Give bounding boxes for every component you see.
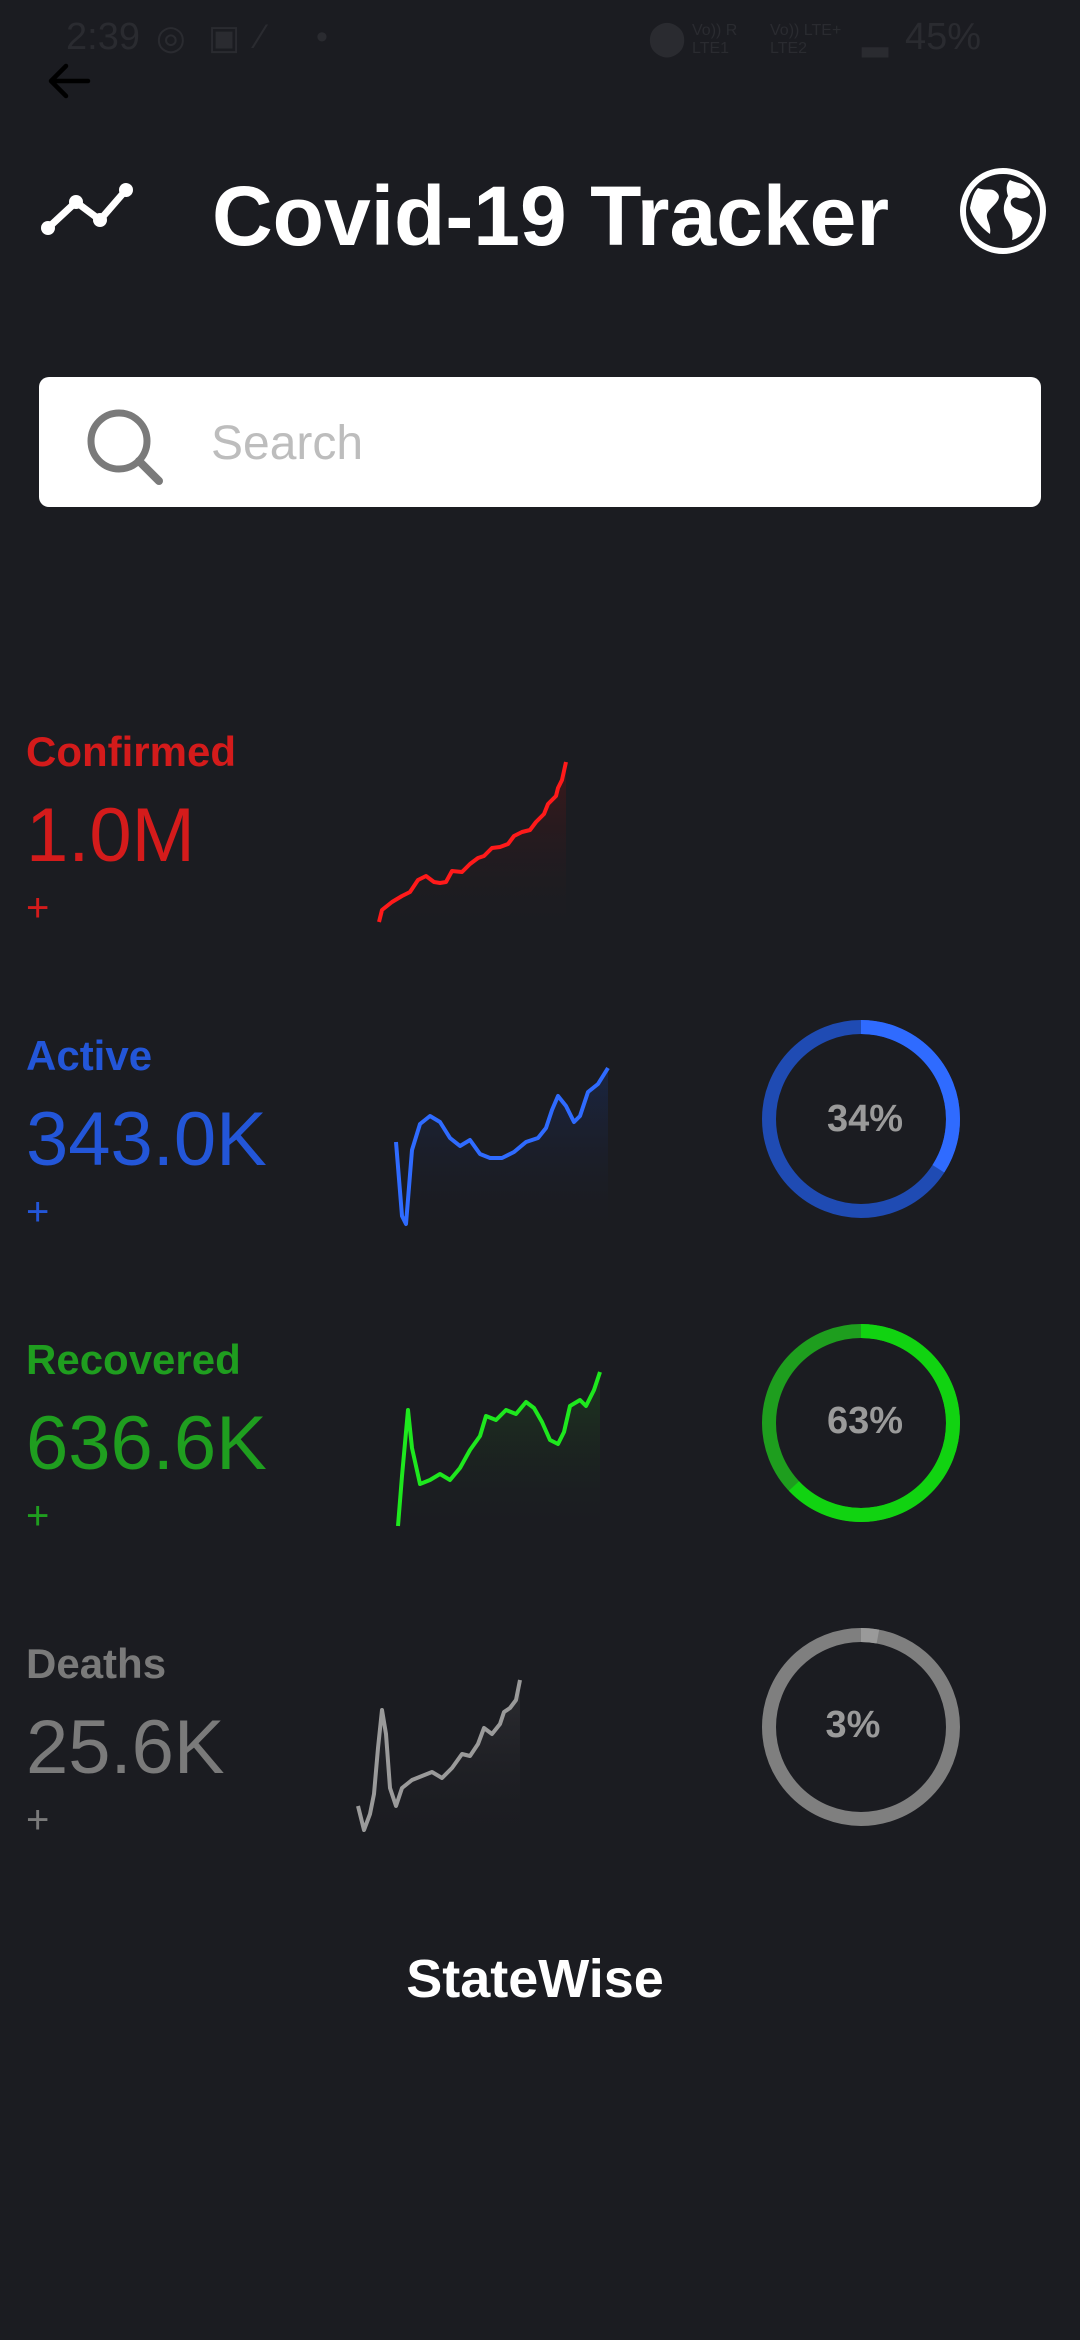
search-input[interactable] [209,405,993,481]
recovered-delta: + [26,1494,50,1538]
recovered-sparkline [396,1371,602,1540]
whatsapp-icon: ◎ [156,19,186,57]
deaths-sparkline [356,1679,522,1844]
statewise-button[interactable]: StateWise [0,1948,1070,2010]
confirmed-delta: + [26,886,50,930]
search-bar[interactable] [39,377,1041,507]
recovered-percent: 63% [826,1400,904,1442]
network-sim1: Vo)) R LTE1 [692,22,738,57]
active-sparkline [394,1066,610,1236]
status-time: 2:39 [66,16,140,58]
status-bar: 2:39 ◎ ▣ ⁄ • ⬤ Vo)) R LTE1 Vo)) LTE+ LTE2 … [0,0,1080,84]
active-delta: + [26,1190,50,1234]
deaths-value: 25.6K [26,1705,225,1790]
signal-icon: ▂ [862,19,889,57]
confirmed-sparkline [377,761,568,932]
recovered-value: 636.6K [26,1401,267,1486]
magic-wand-icon: ⁄ [258,18,264,56]
search-icon [87,409,163,485]
globe-icon[interactable] [958,166,1048,256]
deaths-percent: 3% [825,1704,881,1746]
active-label: Active [26,1032,153,1079]
deaths-delta: + [26,1798,50,1842]
deaths-label: Deaths [26,1640,167,1687]
recovered-label: Recovered [26,1336,241,1383]
active-percent: 34% [826,1098,904,1140]
app-title: Covid-19 Tracker [212,169,890,263]
back-arrow-icon[interactable] [44,56,94,106]
confirmed-value: 1.0M [26,793,195,878]
location-icon: ⬤ [648,19,687,57]
dot-icon: • [316,18,328,56]
linkedin-icon: ▣ [208,19,241,57]
active-value: 343.0K [26,1097,267,1182]
network-sim2: Vo)) LTE+ LTE2 [770,22,842,57]
battery-percent: 45% [905,16,982,58]
confirmed-label: Confirmed [26,728,236,775]
trend-line-icon [41,183,133,235]
